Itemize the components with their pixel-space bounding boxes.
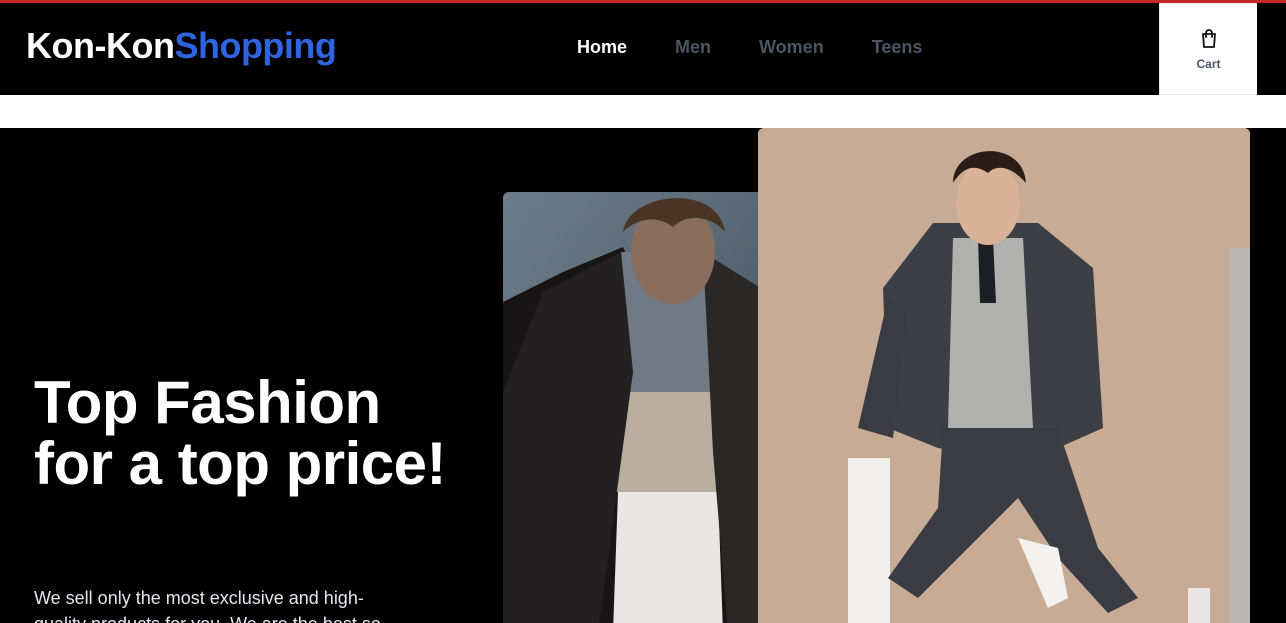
nav-link-men[interactable]: Men: [675, 37, 711, 58]
cart-button[interactable]: Cart: [1159, 3, 1257, 95]
brand-name-part1: Kon-Kon: [26, 25, 175, 66]
nav-link-teens[interactable]: Teens: [872, 37, 923, 58]
hero-image-young-man-jumping: [758, 128, 1250, 623]
brand-logo[interactable]: Kon-KonShopping: [26, 25, 337, 67]
main-nav: Home Men Women Teens: [577, 37, 970, 58]
nav-link-home[interactable]: Home: [577, 37, 627, 58]
nav-link-women[interactable]: Women: [759, 37, 824, 58]
hero-section: Top Fashion for a top price! We sell onl…: [0, 128, 1286, 623]
brand-name-part2: Shopping: [174, 25, 337, 66]
hero-headline: Top Fashion for a top price!: [34, 369, 447, 497]
hero-subtext: We sell only the most exclusive and high…: [34, 588, 381, 623]
site-header: Kon-KonShopping Home Men Women Teens Car…: [0, 3, 1286, 95]
shopping-bag-icon: [1201, 28, 1216, 48]
header-spacer-bar: [0, 95, 1286, 128]
cart-label: Cart: [1196, 56, 1221, 71]
